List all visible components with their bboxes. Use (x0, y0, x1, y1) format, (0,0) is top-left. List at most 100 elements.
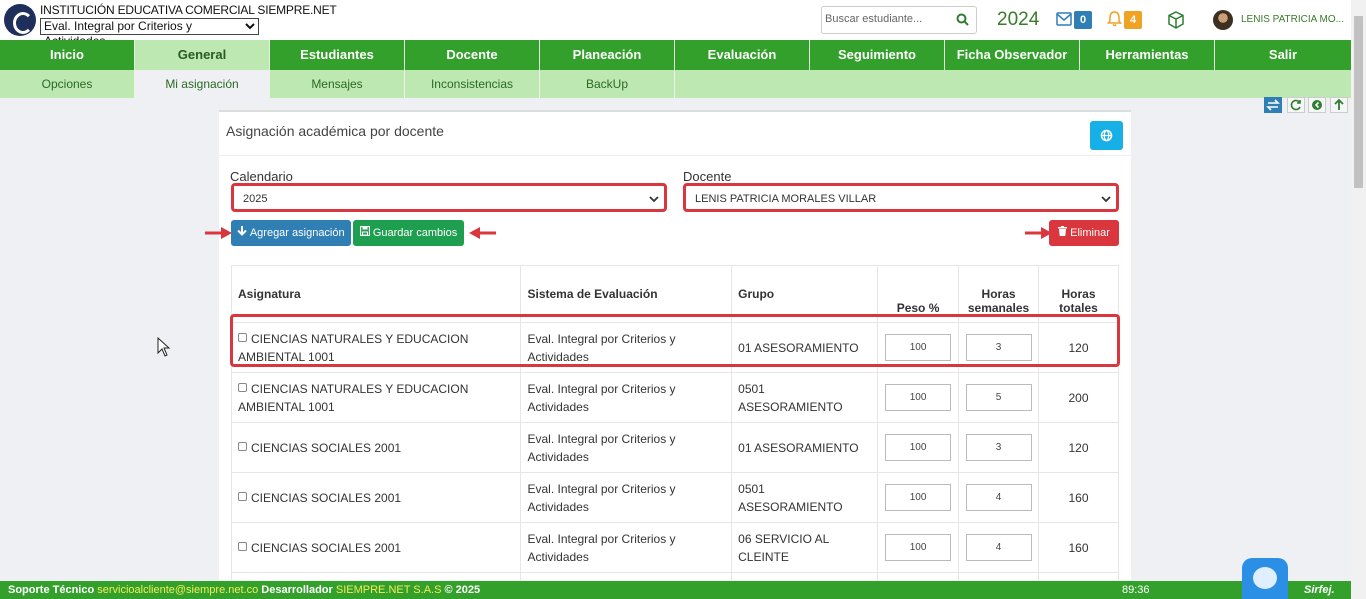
col-weight[interactable]: Peso % (877, 265, 960, 323)
eval-system-select[interactable]: Eval. Integral por Criterios y Actividad… (40, 18, 259, 48)
nav-seguimiento[interactable]: Seguimiento (810, 40, 945, 70)
calendar-value: 2025 (243, 193, 268, 205)
nav-inicio[interactable]: Inicio (0, 40, 135, 70)
back-icon[interactable] (1308, 97, 1326, 113)
col-group[interactable]: Grupo (731, 265, 879, 323)
avatar[interactable] (1213, 10, 1233, 30)
calendar-select[interactable]: 2025 (231, 183, 667, 212)
refresh-icon[interactable] (1287, 97, 1305, 113)
delete-button[interactable]: Eliminar (1049, 220, 1119, 246)
weight-input[interactable]: 100 (885, 534, 952, 561)
student-search-input[interactable]: Buscar estudiante... (821, 6, 977, 34)
subnav-mi-asignacion[interactable]: Mi asignación (135, 70, 270, 98)
bell-icon[interactable] (1107, 11, 1122, 27)
subject-cell: CIENCIAS NATURALES Y EDUCACION AMBIENTAL… (230, 372, 522, 423)
weight-input[interactable]: 100 (885, 484, 952, 511)
group-cell: 0501 ASESORAMIENTO (731, 472, 879, 523)
page-scrollbar[interactable] (1351, 0, 1366, 599)
add-assignment-button[interactable]: Agregar asignación (231, 220, 351, 246)
subnav-mensajes[interactable]: Mensajes (270, 70, 405, 98)
group-cell: 0501 ASESORAMIENTO (731, 372, 879, 423)
developer-name[interactable]: SIEMPRE.NET S.A.S (336, 584, 442, 596)
table-row: CIENCIAS NATURALES Y EDUCACION AMBIENTAL… (230, 322, 1119, 373)
nav-herramientas[interactable]: Herramientas (1080, 40, 1215, 70)
total-hours-cell: 120 (1038, 322, 1119, 373)
user-name[interactable]: LENIS PATRICIA MO... (1241, 14, 1344, 25)
brand-logo: Sirfej. (1304, 584, 1335, 596)
support-email[interactable]: servicioalcliente@siempre.net.co (97, 584, 258, 596)
col-total-hours[interactable]: Horas totales (1038, 265, 1119, 323)
institution-name: INSTITUCIÓN EDUCATIVA COMERCIAL SIEMPRE.… (40, 3, 337, 17)
weight-cell: 100 (877, 472, 960, 523)
subnav-backup[interactable]: BackUp (540, 70, 675, 98)
globe-button[interactable] (1090, 121, 1123, 150)
nav-salir[interactable]: Salir (1215, 40, 1351, 70)
add-assignment-label: Agregar asignación (249, 227, 345, 239)
save-changes-button[interactable]: Guardar cambios (353, 220, 464, 246)
scrollbar-thumb[interactable] (1354, 16, 1363, 188)
row-checkbox[interactable] (238, 491, 247, 501)
eval-system-cell: Eval. Integral por Criterios y Actividad… (520, 322, 733, 373)
weekly-hours-input[interactable]: 4 (965, 534, 1032, 561)
nav-docente[interactable]: Docente (405, 40, 540, 70)
weekly-hours-input[interactable]: 3 (965, 334, 1032, 361)
weekly-hours-input[interactable]: 3 (965, 434, 1032, 461)
nav-evaluacion[interactable]: Evaluación (675, 40, 810, 70)
col-subject[interactable]: Asignatura (230, 265, 522, 323)
col-eval-system[interactable]: Sistema de Evaluación (520, 265, 733, 323)
messages-badge[interactable]: 0 (1074, 11, 1092, 29)
assignments-table: Asignatura Sistema de Evaluación Grupo P… (230, 265, 1119, 599)
group-cell: 01 ASESORAMIENTO (731, 422, 879, 473)
total-hours-cell: 200 (1038, 372, 1119, 423)
footer: Soporte Técnico servicioalcliente@siempr… (0, 581, 1351, 599)
chat-bubble-icon[interactable] (1242, 558, 1288, 599)
weight-input[interactable]: 100 (885, 434, 952, 461)
chevron-down-icon (649, 194, 659, 203)
weekly-hours-input[interactable]: 4 (965, 484, 1032, 511)
weekly-hours-cell: 4 (958, 472, 1040, 523)
envelope-icon[interactable] (1056, 12, 1072, 26)
search-icon[interactable] (956, 13, 969, 26)
weekly-hours-input[interactable]: 5 (965, 384, 1032, 411)
nav-ficha-observador[interactable]: Ficha Observador (945, 40, 1080, 70)
table-header-row: Asignatura Sistema de Evaluación Grupo P… (230, 265, 1119, 323)
subnav-opciones[interactable]: Opciones (0, 70, 135, 98)
sub-nav: Opciones Mi asignación Mensajes Inconsis… (0, 70, 1351, 98)
mouse-cursor-icon (157, 336, 171, 357)
institution-logo[interactable] (4, 4, 36, 36)
swap-icon[interactable] (1264, 97, 1282, 113)
academic-year[interactable]: 2024 (997, 9, 1039, 31)
nav-estudiantes[interactable]: Estudiantes (270, 40, 405, 70)
table-row: CIENCIAS SOCIALES 2001 Eval. Integral po… (230, 422, 1119, 473)
row-checkbox[interactable] (238, 541, 247, 551)
developer-label: Desarrollador (261, 584, 333, 596)
card-header: Asignación académica por docente (219, 112, 1131, 156)
globe-icon (1090, 129, 1123, 153)
notifications-badge[interactable]: 4 (1124, 11, 1142, 29)
total-hours-cell: 160 (1038, 522, 1119, 573)
save-changes-label: Guardar cambios (372, 227, 458, 239)
weight-cell: 100 (877, 372, 960, 423)
row-checkbox[interactable] (238, 382, 247, 392)
weekly-hours-cell: 4 (958, 522, 1040, 573)
weekly-hours-cell: 5 (958, 372, 1040, 423)
table-row: CIENCIAS SOCIALES 2001 Eval. Integral po… (230, 472, 1119, 523)
weekly-hours-cell: 3 (958, 422, 1040, 473)
nav-planeacion[interactable]: Planeación (540, 40, 675, 70)
weight-input[interactable]: 100 (885, 334, 952, 361)
row-checkbox[interactable] (238, 332, 247, 342)
teacher-select[interactable]: LENIS PATRICIA MORALES VILLAR (683, 183, 1119, 212)
total-hours-cell: 120 (1038, 422, 1119, 473)
weight-input[interactable]: 100 (885, 384, 952, 411)
weight-cell: 100 (877, 322, 960, 373)
col-weekly-hours[interactable]: Horas semanales (958, 265, 1040, 323)
row-checkbox[interactable] (238, 441, 247, 451)
subnav-inconsistencias[interactable]: Inconsistencias (405, 70, 540, 98)
up-arrow-icon[interactable] (1330, 97, 1348, 113)
top-header: INSTITUCIÓN EDUCATIVA COMERCIAL SIEMPRE.… (0, 0, 1351, 48)
annotation-arrow-icon (205, 227, 233, 239)
session-clock: 89:36 (1122, 584, 1150, 596)
package-icon[interactable] (1167, 11, 1185, 29)
subject-cell: CIENCIAS SOCIALES 2001 (230, 422, 522, 473)
nav-general[interactable]: General (135, 40, 270, 70)
